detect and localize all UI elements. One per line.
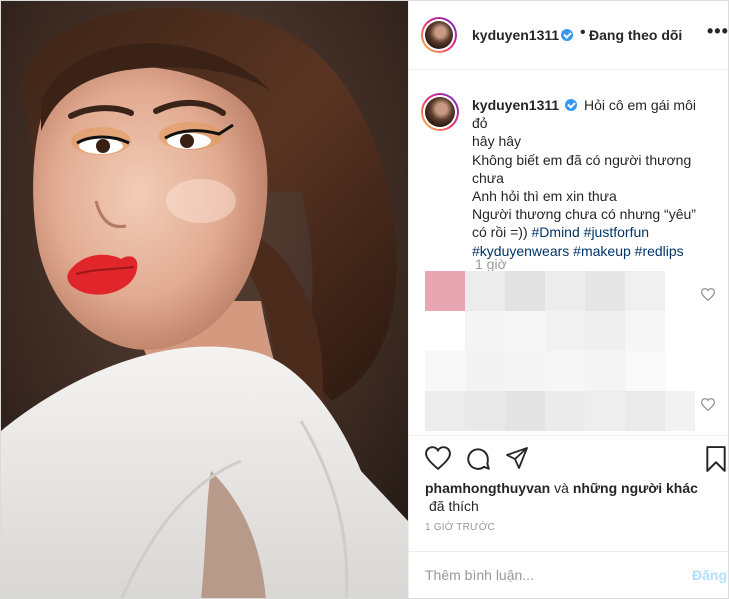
post-photo[interactable] <box>1 1 408 598</box>
verified-badge-icon <box>561 29 573 41</box>
post-details-panel: kyduyen1311 • Đang theo dõi ••• kyduyen1… <box>408 1 728 598</box>
caption-line: có rồi =)) <box>472 224 528 241</box>
comment-input[interactable]: Thêm bình luận... <box>425 567 534 583</box>
liked-label: đã thích <box>429 498 479 514</box>
post-comment-button[interactable]: Đăng <box>692 567 727 583</box>
avatar[interactable] <box>421 17 457 53</box>
more-options-icon[interactable]: ••• <box>707 21 728 42</box>
caption-line: Người thương chưa có nhưng “yêu” <box>472 206 696 223</box>
caption-line: Anh hỏi thì em xin thưa <box>472 188 617 205</box>
share-icon[interactable] <box>505 446 529 470</box>
verified-badge-icon <box>565 99 578 111</box>
pixelated-block <box>425 271 695 431</box>
caption-line: chưa <box>472 169 504 186</box>
caption-username[interactable]: kyduyen1311 <box>472 97 559 113</box>
hashtag-link[interactable]: #Dmind <box>532 224 580 240</box>
like-comment-heart-icon[interactable] <box>701 398 715 411</box>
caption-avatar[interactable] <box>421 93 459 131</box>
separator-dot: • <box>580 24 586 41</box>
comment-icon[interactable] <box>465 446 491 472</box>
caption: kyduyen1311 Hỏi cô em gái môi đỏ hây hây… <box>472 96 712 260</box>
heart-icon[interactable] <box>425 446 451 470</box>
post-header: kyduyen1311 • Đang theo dõi ••• <box>409 1 728 70</box>
likes-summary: phamhongthuyvan và những người khác <box>425 480 698 496</box>
post-actions: phamhongthuyvan và những người khác đã t… <box>409 435 728 598</box>
blurred-comments <box>425 271 705 431</box>
comment-form: Thêm bình luận... Đăng <box>409 551 728 598</box>
caption-line: Không biết em đã có người thương <box>472 151 692 168</box>
bookmark-icon[interactable] <box>705 446 727 472</box>
likes-connector: và <box>554 480 569 496</box>
like-comment-heart-icon[interactable] <box>701 288 715 301</box>
caption-line: hây hây <box>472 133 522 150</box>
caption-time: 1 giờ <box>475 256 507 272</box>
hashtag-link[interactable]: #redlips <box>635 243 684 259</box>
portrait-image <box>1 1 408 598</box>
hashtag-link[interactable]: #makeup <box>573 243 631 259</box>
header-username[interactable]: kyduyen1311 <box>472 27 559 43</box>
liker-username[interactable]: phamhongthuyvan <box>425 480 550 496</box>
post-frame: kyduyen1311 • Đang theo dõi ••• kyduyen1… <box>0 0 729 599</box>
likes-others-link[interactable]: những người khác <box>573 480 698 496</box>
post-timestamp[interactable]: 1 GIỜ TRƯỚC <box>425 522 495 533</box>
following-button[interactable]: Đang theo dõi <box>589 27 682 43</box>
hashtag-link[interactable]: #justforfun <box>584 224 649 240</box>
